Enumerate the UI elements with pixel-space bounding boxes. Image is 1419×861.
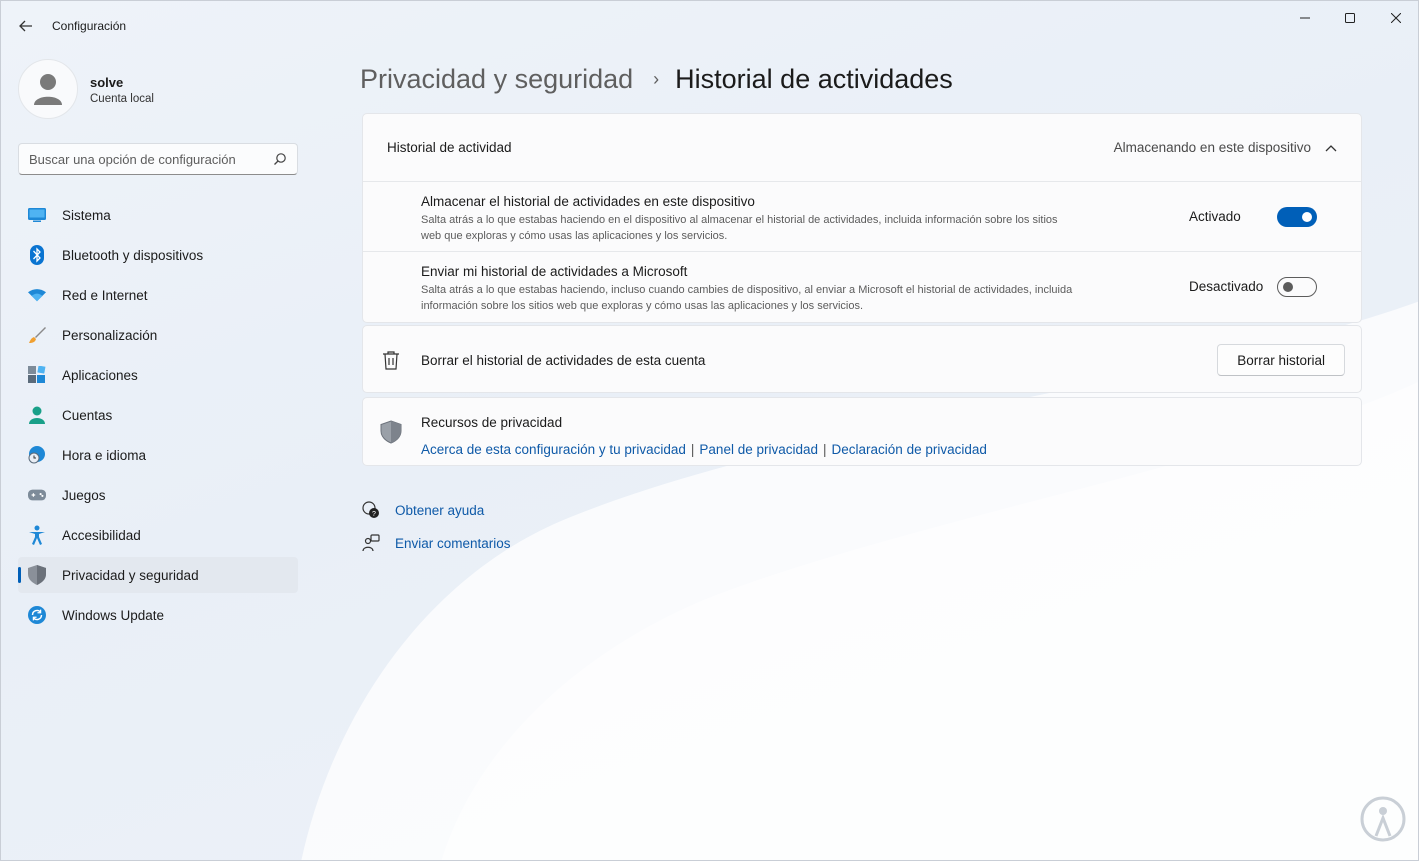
resources-title: Recursos de privacidad <box>421 415 563 430</box>
minimize-button[interactable] <box>1282 1 1328 35</box>
sidebar-item-label: Sistema <box>62 207 111 223</box>
back-button[interactable] <box>11 13 41 39</box>
sidebar-item-label: Accesibilidad <box>62 527 141 543</box>
search-box[interactable] <box>18 143 298 175</box>
search-input[interactable] <box>29 151 273 167</box>
sidebar-item-label: Hora e idioma <box>62 447 147 463</box>
monitor-icon <box>28 206 46 224</box>
account-type: Cuenta local <box>90 93 154 105</box>
sidebar-item-juegos[interactable]: Juegos <box>18 477 298 513</box>
sidebar-item-bluetooth[interactable]: Bluetooth y dispositivos <box>18 237 298 273</box>
breadcrumb-parent[interactable]: Privacidad y seguridad <box>360 64 633 95</box>
sidebar-item-label: Bluetooth y dispositivos <box>62 247 204 263</box>
setting-title: Almacenar el historial de actividades en… <box>421 194 755 209</box>
globe-clock-icon <box>28 446 46 464</box>
send-feedback-label: Enviar comentarios <box>395 535 511 551</box>
svg-text:?: ? <box>372 511 376 518</box>
sidebar-item-personalizacion[interactable]: Personalización <box>18 317 298 353</box>
activity-history-header[interactable]: Historial de actividad Almacenando en es… <box>363 114 1361 182</box>
sidebar-item-label: Personalización <box>62 327 158 343</box>
watermark-logo <box>1360 796 1406 842</box>
privacy-settings-link[interactable]: Acerca de esta configuración y tu privac… <box>421 442 686 457</box>
setting-row-send-history: Enviar mi historial de actividades a Mic… <box>363 252 1361 322</box>
sidebar-item-label: Juegos <box>62 487 106 503</box>
trash-icon <box>383 351 399 370</box>
privacy-dashboard-link[interactable]: Panel de privacidad <box>699 442 818 457</box>
sidebar-item-privacidad[interactable]: Privacidad y seguridad <box>18 557 298 593</box>
link-separator: | <box>690 442 695 457</box>
breadcrumb: Privacidad y seguridad › Historial de ac… <box>360 59 953 99</box>
privacy-resources-card: Recursos de privacidad Acerca de esta co… <box>362 397 1362 466</box>
clear-history-card: Borrar el historial de actividades de es… <box>362 325 1362 393</box>
description-line: Salta atrás a lo que estabas haciendo, i… <box>421 284 1073 296</box>
close-icon <box>1391 13 1401 23</box>
description-line: web que exploras y cómo usas las aplicac… <box>421 230 728 242</box>
help-chat-icon: ? <box>362 501 380 519</box>
title-bar: Configuración <box>1 1 1418 51</box>
sidebar-item-label: Aplicaciones <box>62 367 138 383</box>
description-line: Salta atrás a lo que estabas haciendo en… <box>421 214 1058 226</box>
maximize-button[interactable] <box>1327 1 1373 35</box>
card-state: Almacenando en este dispositivo <box>1113 140 1311 155</box>
clear-history-button[interactable]: Borrar historial <box>1217 344 1345 376</box>
sidebar-item-cuentas[interactable]: Cuentas <box>18 397 298 433</box>
setting-title: Enviar mi historial de actividades a Mic… <box>421 264 688 279</box>
close-button[interactable] <box>1373 1 1418 35</box>
shield-icon <box>380 420 402 444</box>
sidebar-item-label: Cuentas <box>62 407 113 423</box>
settings-window: Configuración solve Cuenta local Buscar … <box>0 0 1419 861</box>
sidebar-item-label: Windows Update <box>62 607 165 623</box>
user-avatar-icon <box>34 74 62 105</box>
setting-description: Salta atrás a lo que estabas haciendo en… <box>421 212 1151 244</box>
back-arrow-icon <box>19 20 32 32</box>
sidebar-item-accesibilidad[interactable]: Accesibilidad <box>18 517 298 553</box>
avatar[interactable] <box>18 59 78 119</box>
accessibility-icon <box>28 525 46 545</box>
toggle-knob <box>1283 282 1293 292</box>
setting-row-store-history: Almacenar el historial de actividades en… <box>363 182 1361 252</box>
sidebar-item-red[interactable]: Red e Internet <box>18 277 298 313</box>
sidebar-nav: Sistema Bluetooth y dispositivos Red e I… <box>18 197 298 637</box>
send-history-toggle[interactable] <box>1277 277 1317 297</box>
get-help-label: Obtener ayuda <box>395 502 485 518</box>
chevron-right-icon: › <box>653 68 660 89</box>
toggle-state-label: Desactivado <box>1189 279 1264 294</box>
app-title: Configuración <box>52 19 127 33</box>
search-icon[interactable] <box>273 152 287 166</box>
sidebar-item-sistema[interactable]: Sistema <box>18 197 298 233</box>
gamepad-icon <box>28 486 46 504</box>
privacy-statement-link[interactable]: Declaración de privacidad <box>832 442 987 457</box>
card-title: Historial de actividad <box>387 140 512 155</box>
store-history-toggle[interactable] <box>1277 207 1317 227</box>
maximize-icon <box>1345 13 1355 23</box>
feedback-icon <box>362 534 380 552</box>
update-icon <box>28 606 46 624</box>
privacy-links: Acerca de esta configuración y tu privac… <box>421 442 987 457</box>
sidebar-item-label: Privacidad y seguridad <box>62 567 199 583</box>
send-feedback-link[interactable]: Enviar comentarios <box>362 534 511 552</box>
user-name: solve <box>90 75 124 90</box>
sidebar-item-hora[interactable]: Hora e idioma <box>18 437 298 473</box>
paintbrush-icon <box>28 326 46 344</box>
toggle-state-label: Activado <box>1189 209 1241 224</box>
minimize-icon <box>1300 17 1310 19</box>
activity-history-card: Historial de actividad Almacenando en es… <box>362 113 1362 323</box>
toggle-knob <box>1302 212 1312 222</box>
setting-description: Salta atrás a lo que estabas haciendo, i… <box>421 282 1151 314</box>
link-separator: | <box>823 442 827 457</box>
description-line: información sobre los sitios web que exp… <box>421 300 864 312</box>
page-title: Historial de actividades <box>675 63 953 94</box>
person-icon <box>28 406 46 424</box>
get-help-link[interactable]: ? Obtener ayuda <box>362 501 484 519</box>
wifi-icon <box>28 286 46 304</box>
bluetooth-icon <box>28 245 46 265</box>
clear-history-title: Borrar el historial de actividades de es… <box>421 353 706 368</box>
chevron-up-icon[interactable] <box>1325 144 1337 152</box>
shield-icon <box>28 565 46 585</box>
apps-icon <box>28 366 46 384</box>
sidebar-item-aplicaciones[interactable]: Aplicaciones <box>18 357 298 393</box>
sidebar-item-label: Red e Internet <box>62 287 148 303</box>
sidebar-item-windows-update[interactable]: Windows Update <box>18 597 298 633</box>
